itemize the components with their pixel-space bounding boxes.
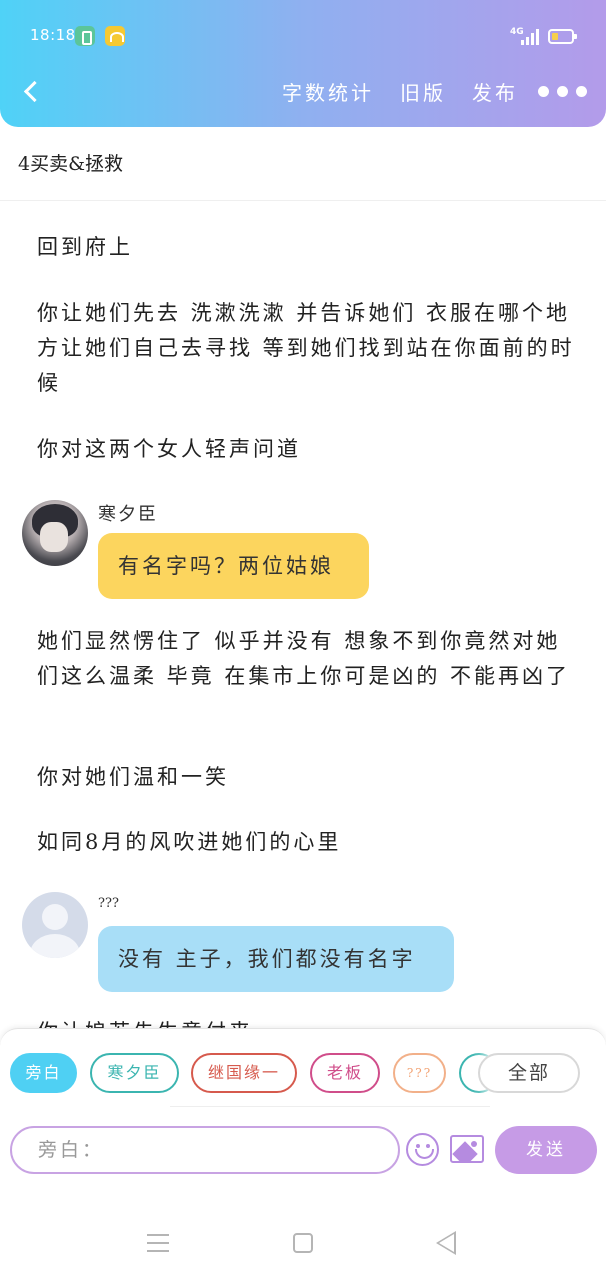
chapter-title[interactable]: 4买卖&拯救 — [18, 149, 123, 176]
role-chip-boss[interactable]: 老板 — [310, 1053, 380, 1093]
home-icon[interactable] — [293, 1233, 313, 1253]
divider — [0, 200, 606, 201]
role-selector: 旁白 寒夕臣 继国缘一 老板 ??? 全部 — [0, 1053, 606, 1095]
story-paragraph[interactable]: 如同8月的风吹进她们的心里 — [37, 825, 577, 860]
story-paragraph[interactable]: 你对这两个女人轻声问道 — [37, 432, 577, 467]
story-paragraph[interactable]: 你让她们先去 洗漱洗漱 并告诉她们 衣服在哪个地方让她们自己去寻找 等到她们找到… — [37, 296, 577, 401]
back-button[interactable] — [18, 76, 46, 106]
publish-button[interactable]: 发布 — [472, 77, 518, 106]
role-chip-unknown[interactable]: ??? — [393, 1053, 446, 1093]
story-paragraph[interactable]: 你对她们温和一笑 — [37, 760, 577, 795]
battery-icon — [548, 29, 577, 44]
signal-icon — [521, 29, 539, 45]
character-avatar-unknown[interactable] — [22, 892, 88, 958]
nav-back-icon[interactable] — [436, 1231, 456, 1255]
role-chip-narrator[interactable]: 旁白 — [10, 1053, 77, 1093]
menu-icon[interactable] — [147, 1234, 169, 1252]
role-chip-jiguo[interactable]: 继国缘一 — [191, 1053, 297, 1093]
send-button[interactable]: 发送 — [495, 1126, 597, 1174]
speaker-name: ??? — [98, 896, 119, 911]
story-paragraph[interactable]: 她们显然愣住了 似乎并没有 想象不到你竟然对她们这么温柔 毕竟 在集市上你可是凶… — [37, 624, 577, 694]
status-time: 18:18 — [30, 26, 76, 44]
dialogue-bubble[interactable]: 有名字吗？两位姑娘 — [98, 533, 369, 599]
image-icon[interactable] — [450, 1135, 484, 1163]
word-count-button[interactable]: 字数统计 — [282, 77, 374, 106]
role-chip-hanxichen[interactable]: 寒夕臣 — [90, 1053, 179, 1093]
top-header: 18:18 4G 字数统计 旧版 发布 — [0, 0, 606, 127]
more-icon[interactable] — [538, 80, 592, 102]
divider — [170, 1106, 490, 1107]
old-version-button[interactable]: 旧版 — [400, 77, 446, 106]
message-input[interactable]: 旁白： — [10, 1126, 400, 1174]
story-paragraph[interactable]: 回到府上 — [37, 230, 577, 265]
character-avatar-hanxi[interactable] — [22, 500, 88, 566]
notification-app-icon — [75, 26, 95, 46]
speaker-name: 寒夕臣 — [98, 504, 158, 525]
emoji-icon[interactable] — [406, 1133, 439, 1166]
system-nav-bar — [0, 1178, 606, 1280]
notification-app-icon-2 — [105, 26, 125, 46]
dialogue-bubble[interactable]: 没有 主子，我们都没有名字 — [98, 926, 454, 992]
all-roles-button[interactable]: 全部 — [478, 1053, 580, 1093]
